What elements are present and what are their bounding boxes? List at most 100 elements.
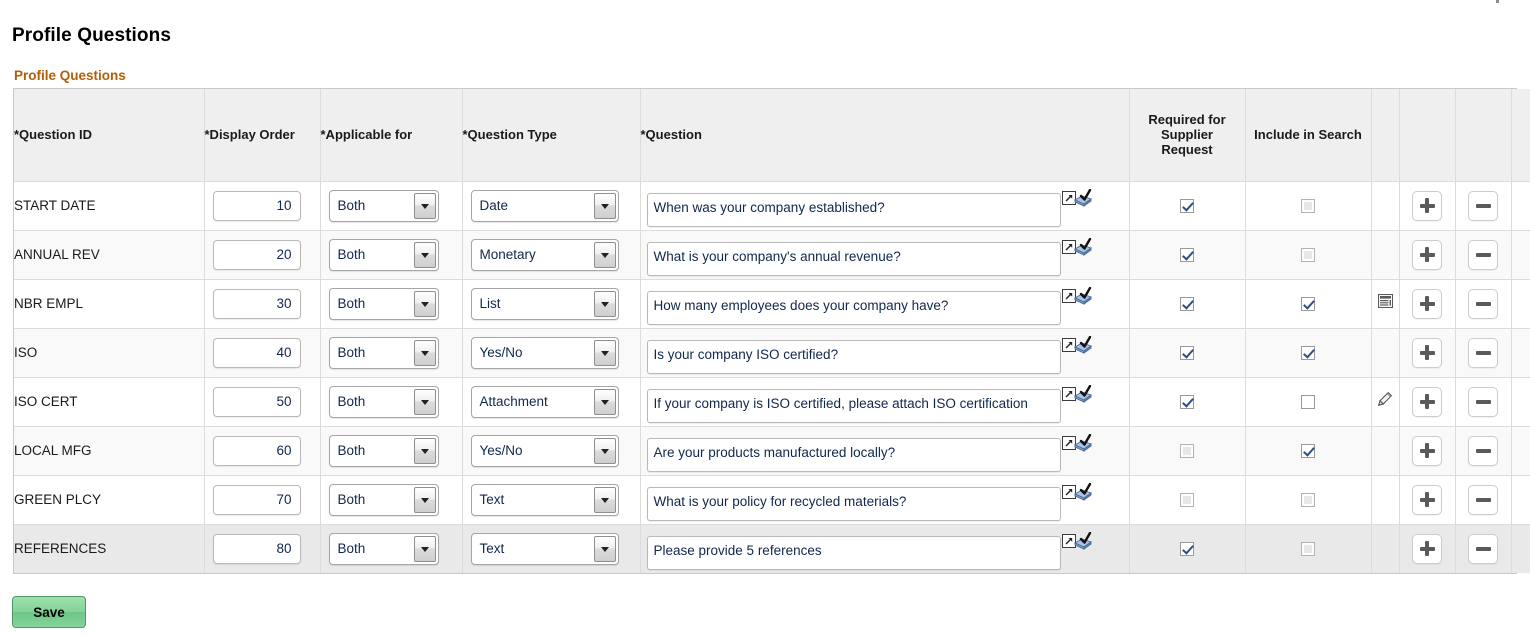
add-row-button[interactable] [1412,289,1442,319]
applicable-for-value: Both [338,485,366,515]
display-order-input[interactable] [213,289,301,319]
question-textarea[interactable]: If your company is ISO certified, please… [647,389,1061,423]
delete-row-button[interactable] [1468,191,1498,221]
required-for-supplier-request-checkbox[interactable] [1180,493,1194,507]
add-row-button[interactable] [1412,191,1442,221]
chevron-down-icon[interactable] [414,291,436,317]
required-for-supplier-request-checkbox[interactable] [1180,199,1194,213]
pencil-icon[interactable] [1377,391,1393,412]
question-type-select[interactable]: Text [471,484,619,516]
cell-spacer [1511,475,1530,524]
question-textarea[interactable]: Please provide 5 references [647,536,1061,570]
spellcheck-icon[interactable] [1073,287,1093,310]
chevron-down-icon[interactable] [414,536,436,562]
spellcheck-icon[interactable] [1073,483,1093,506]
include-in-search-checkbox[interactable] [1301,542,1315,556]
spellcheck-icon[interactable] [1073,336,1093,359]
cell-add-row [1399,426,1455,475]
list-grid-icon[interactable] [1378,294,1393,313]
question-textarea[interactable]: Is your company ISO certified? [647,340,1061,374]
chevron-down-icon[interactable] [594,193,616,219]
chevron-down-icon[interactable] [414,193,436,219]
chevron-down-icon[interactable] [594,536,616,562]
question-textarea[interactable]: What is your policy for recycled materia… [647,487,1061,521]
add-row-button[interactable] [1412,436,1442,466]
add-row-button[interactable] [1412,240,1442,270]
include-in-search-checkbox[interactable] [1301,444,1315,458]
question-type-select[interactable]: Yes/No [471,337,619,369]
col-header-display-order: *Display Order [204,89,320,181]
chevron-down-icon[interactable] [414,438,436,464]
display-order-input[interactable] [213,191,301,221]
required-for-supplier-request-checkbox[interactable] [1180,346,1194,360]
spellcheck-icon[interactable] [1073,385,1093,408]
delete-row-button[interactable] [1468,240,1498,270]
question-type-select[interactable]: Monetary [471,239,619,271]
add-row-button[interactable] [1412,338,1442,368]
applicable-for-select[interactable]: Both [329,288,439,320]
required-for-supplier-request-checkbox[interactable] [1180,444,1194,458]
delete-row-button[interactable] [1468,338,1498,368]
add-row-button[interactable] [1412,387,1442,417]
question-type-select[interactable]: Attachment [471,386,619,418]
display-order-input[interactable] [213,387,301,417]
question-type-select[interactable]: List [471,288,619,320]
question-type-select[interactable]: Text [471,533,619,565]
cell-required-for-supplier-request [1129,475,1245,524]
include-in-search-checkbox[interactable] [1301,346,1315,360]
question-type-select[interactable]: Date [471,190,619,222]
spellcheck-icon[interactable] [1073,189,1093,212]
required-for-supplier-request-checkbox[interactable] [1180,542,1194,556]
chevron-down-icon[interactable] [594,438,616,464]
include-in-search-checkbox[interactable] [1301,199,1315,213]
spellcheck-icon[interactable] [1073,238,1093,261]
required-for-supplier-request-checkbox[interactable] [1180,248,1194,262]
display-order-input[interactable] [213,436,301,466]
chevron-down-icon[interactable] [414,389,436,415]
question-type-value: Yes/No [480,436,523,466]
question-textarea[interactable]: How many employees does your company hav… [647,291,1061,325]
include-in-search-checkbox[interactable] [1301,297,1315,311]
question-textarea[interactable]: When was your company established? [647,193,1061,227]
chevron-down-icon[interactable] [414,487,436,513]
chevron-down-icon[interactable] [594,291,616,317]
applicable-for-select[interactable]: Both [329,190,439,222]
required-for-supplier-request-checkbox[interactable] [1180,395,1194,409]
display-order-input[interactable] [213,534,301,564]
cell-delete-row [1455,328,1511,377]
spellcheck-icon[interactable] [1073,532,1093,555]
chevron-down-icon[interactable] [594,242,616,268]
chevron-down-icon[interactable] [594,487,616,513]
delete-row-button[interactable] [1468,387,1498,417]
delete-row-button[interactable] [1468,289,1498,319]
add-row-button[interactable] [1412,534,1442,564]
applicable-for-select[interactable]: Both [329,239,439,271]
question-type-select[interactable]: Yes/No [471,435,619,467]
save-button[interactable]: Save [12,596,86,628]
applicable-for-select[interactable]: Both [329,386,439,418]
delete-row-button[interactable] [1468,436,1498,466]
plus-icon [1420,394,1435,409]
add-row-button[interactable] [1412,485,1442,515]
display-order-input[interactable] [213,240,301,270]
required-for-supplier-request-checkbox[interactable] [1180,297,1194,311]
chevron-down-icon[interactable] [594,389,616,415]
question-textarea[interactable]: Are your products manufactured locally? [647,438,1061,472]
applicable-for-select[interactable]: Both [329,435,439,467]
spellcheck-icon[interactable] [1073,434,1093,457]
question-type-value: Text [480,534,505,564]
delete-row-button[interactable] [1468,485,1498,515]
chevron-down-icon[interactable] [414,340,436,366]
chevron-down-icon[interactable] [594,340,616,366]
include-in-search-checkbox[interactable] [1301,395,1315,409]
include-in-search-checkbox[interactable] [1301,248,1315,262]
delete-row-button[interactable] [1468,534,1498,564]
applicable-for-select[interactable]: Both [329,337,439,369]
display-order-input[interactable] [213,485,301,515]
display-order-input[interactable] [213,338,301,368]
include-in-search-checkbox[interactable] [1301,493,1315,507]
applicable-for-select[interactable]: Both [329,484,439,516]
applicable-for-select[interactable]: Both [329,533,439,565]
question-textarea[interactable]: What is your company's annual revenue? [647,242,1061,276]
chevron-down-icon[interactable] [414,242,436,268]
